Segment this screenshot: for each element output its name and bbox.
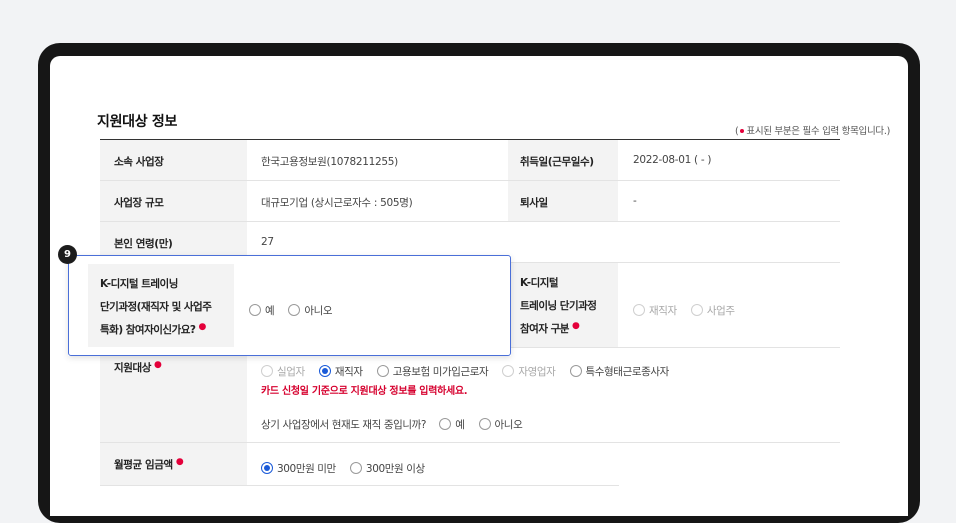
required-mark: ● — [154, 359, 162, 370]
radio-button[interactable] — [569, 365, 582, 377]
radio-button-checked[interactable] — [318, 365, 331, 377]
wage-radio-group: 300만원 미만 300만원 이상 — [261, 457, 434, 476]
radio-button[interactable] — [502, 365, 515, 377]
label-scale: 사업장 규모 — [114, 197, 164, 209]
label-kdigital-type: K-디지털 트레이닝 단기과정 참여자 구분 ● — [520, 277, 597, 335]
radio-option-uninsured[interactable]: 고용보험 미가입근로자 — [376, 364, 489, 379]
radio-button[interactable] — [439, 418, 452, 430]
required-mark: ● — [571, 320, 580, 331]
label-workplace: 소속 사업장 — [114, 156, 164, 168]
radio-option-no[interactable]: 아니오 — [478, 417, 523, 432]
radio-option-employed[interactable]: 재직자 — [318, 364, 363, 379]
radio-button[interactable] — [690, 304, 703, 316]
target-warning: 카드 신청일 기준으로 지원대상 정보를 입력하세요. — [261, 386, 468, 397]
label-target: 지원대상 ● — [114, 359, 162, 374]
kdigital-type-radio-group: 재직자 사업주 — [633, 299, 744, 318]
radio-button-checked[interactable] — [261, 462, 273, 474]
radio-option-employer[interactable]: 사업주 — [690, 303, 735, 318]
label-wage: 월평균 임금액 ● — [114, 456, 184, 471]
label-hire-date: 취득일(근무일수) — [520, 156, 594, 168]
radio-button[interactable] — [349, 462, 362, 474]
radio-option-special[interactable]: 특수형태근로종사자 — [569, 364, 669, 379]
radio-option-under-300[interactable]: 300만원 미만 — [261, 461, 336, 476]
radio-button[interactable] — [261, 365, 273, 377]
radio-button[interactable] — [633, 304, 645, 316]
section-title: 지원대상 정보 — [97, 114, 178, 130]
form-screen: 지원대상 정보 (표시된 부분은 필수 입력 항목입니다.) 소속 사업장 한국… — [50, 56, 908, 516]
row-divider — [100, 485, 619, 486]
required-note: (표시된 부분은 필수 입력 항목입니다.) — [734, 126, 890, 137]
value-hire-date: 2022-08-01 ( - ) — [633, 154, 712, 166]
radio-option-self-employed[interactable]: 자영업자 — [502, 364, 556, 379]
radio-button[interactable] — [478, 418, 491, 430]
label-age: 본인 연령(만) — [114, 238, 173, 250]
required-mark: ● — [175, 456, 184, 467]
value-scale: 대규모기업 (상시근로자수 : 505명) — [261, 197, 413, 209]
radio-option-yes[interactable]: 예 — [439, 417, 465, 432]
radio-option-over-300[interactable]: 300만원 이상 — [349, 461, 425, 476]
label-leave-date: 퇴사일 — [520, 197, 548, 209]
radio-option-unemployed[interactable]: 실업자 — [261, 364, 305, 379]
employment-question: 상기 사업장에서 현재도 재직 중입니까? 예 아니오 — [261, 417, 523, 432]
callout-highlight-border — [68, 255, 511, 356]
callout-number-badge: 9 — [58, 245, 77, 264]
value-leave-date: - — [633, 195, 637, 207]
required-dot-icon — [740, 128, 745, 133]
radio-option-employee[interactable]: 재직자 — [633, 303, 677, 318]
target-radio-group: 실업자 재직자 고용보험 미가입근로자 자영업자 특수형태근로종사자 — [261, 360, 678, 379]
value-age: 27 — [261, 236, 274, 248]
value-workplace: 한국고용정보원(1078211255) — [261, 156, 398, 168]
radio-button[interactable] — [376, 365, 389, 377]
